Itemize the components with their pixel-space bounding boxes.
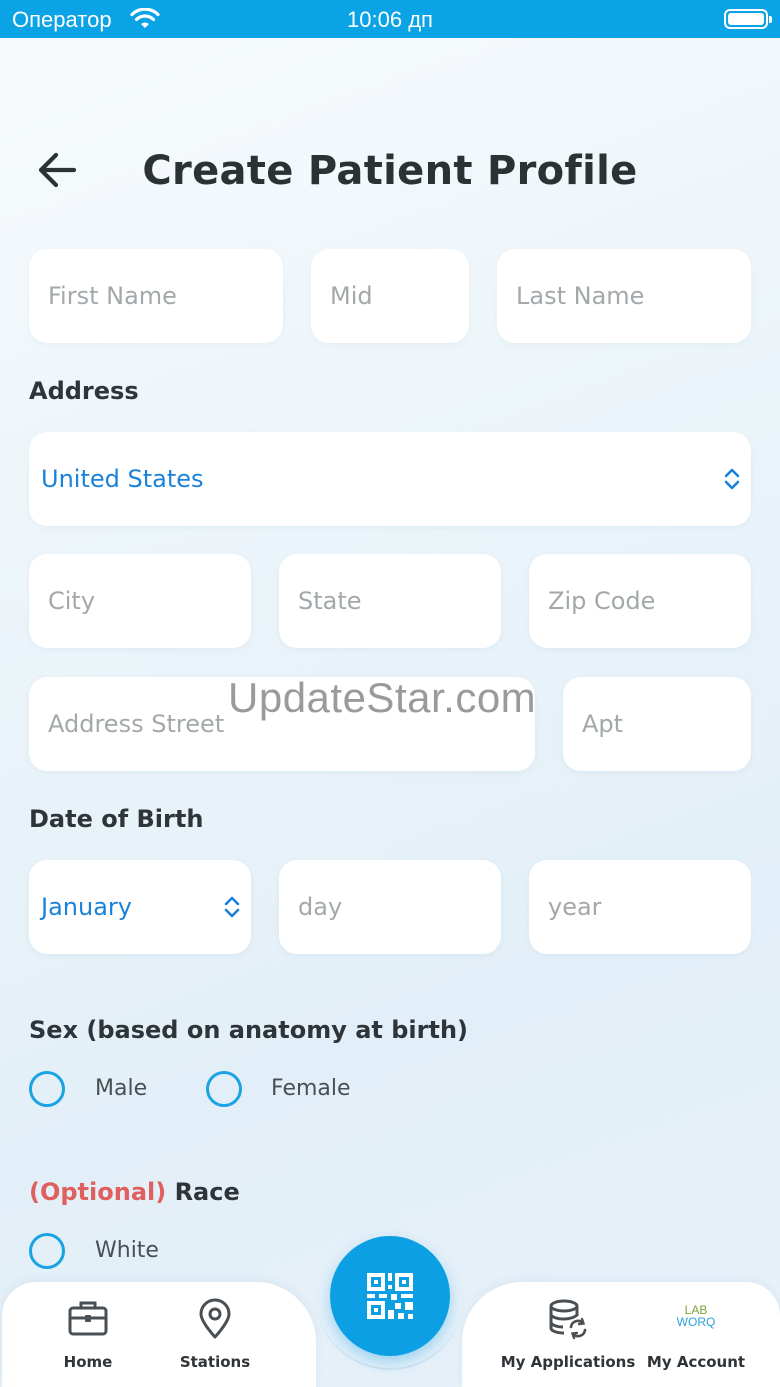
briefcase-icon	[68, 1301, 108, 1336]
state-placeholder: State	[298, 587, 362, 615]
page-title: Create Patient Profile	[142, 148, 638, 194]
day-field[interactable]: day	[279, 860, 501, 954]
state-field[interactable]: State	[279, 554, 501, 648]
date-of-birth-label: Date of Birth	[29, 805, 204, 833]
race-white-label[interactable]: White	[95, 1238, 159, 1263]
chevron-up-down-icon	[224, 896, 240, 918]
tab-home[interactable]	[18, 1298, 158, 1338]
middle-name-field[interactable]: Mid	[311, 249, 469, 343]
tab-stations[interactable]	[145, 1298, 285, 1340]
first-name-field[interactable]: First Name	[29, 249, 283, 343]
sex-male-radio[interactable]	[29, 1071, 65, 1107]
sex-female-radio[interactable]	[206, 1071, 242, 1107]
watermark: UpdateStar.com	[228, 674, 537, 721]
tab-my-applications[interactable]	[498, 1298, 638, 1340]
race-label-text: Race	[174, 1178, 240, 1206]
country-value: United States	[41, 465, 204, 493]
month-select[interactable]: January	[29, 860, 251, 954]
sex-label: Sex (based on anatomy at birth)	[29, 1016, 469, 1044]
city-placeholder: City	[48, 587, 96, 615]
labworq-logo-bottom: WORQ	[676, 1315, 716, 1329]
apt-field[interactable]: Apt	[563, 677, 751, 771]
map-pin-icon	[199, 1298, 231, 1339]
qr-code-icon	[367, 1273, 413, 1319]
tab-stations-label[interactable]: Stations	[135, 1353, 295, 1371]
clock: 10:06 дп	[347, 7, 433, 32]
battery-icon	[724, 9, 772, 29]
sex-female-label[interactable]: Female	[271, 1076, 351, 1101]
database-sync-icon	[549, 1299, 587, 1340]
zip-code-field[interactable]: Zip Code	[529, 554, 751, 648]
qr-scan-button[interactable]	[330, 1236, 450, 1356]
middle-name-placeholder: Mid	[330, 282, 373, 310]
last-name-field[interactable]: Last Name	[497, 249, 751, 343]
day-placeholder: day	[298, 893, 343, 921]
race-label: (Optional) Race	[29, 1178, 240, 1206]
year-field[interactable]: year	[529, 860, 751, 954]
year-placeholder: year	[548, 893, 602, 921]
optional-tag: (Optional)	[29, 1178, 167, 1206]
zip-code-placeholder: Zip Code	[548, 587, 656, 615]
chevron-up-down-icon	[724, 468, 740, 490]
status-bar: Оператор 10:06 дп	[0, 0, 780, 38]
month-value: January	[41, 893, 132, 921]
city-field[interactable]: City	[29, 554, 251, 648]
apt-placeholder: Apt	[582, 710, 624, 738]
address-street-placeholder: Address Street	[48, 710, 225, 738]
country-select[interactable]: United States	[29, 432, 751, 526]
last-name-placeholder: Last Name	[516, 282, 645, 310]
first-name-placeholder: First Name	[48, 282, 177, 310]
labworq-logo[interactable]: LAB WORQ	[676, 1304, 716, 1328]
address-label: Address	[29, 377, 139, 405]
tab-my-account-label[interactable]: My Account	[616, 1353, 776, 1371]
sex-male-label[interactable]: Male	[95, 1076, 147, 1101]
race-white-radio[interactable]	[29, 1233, 65, 1269]
